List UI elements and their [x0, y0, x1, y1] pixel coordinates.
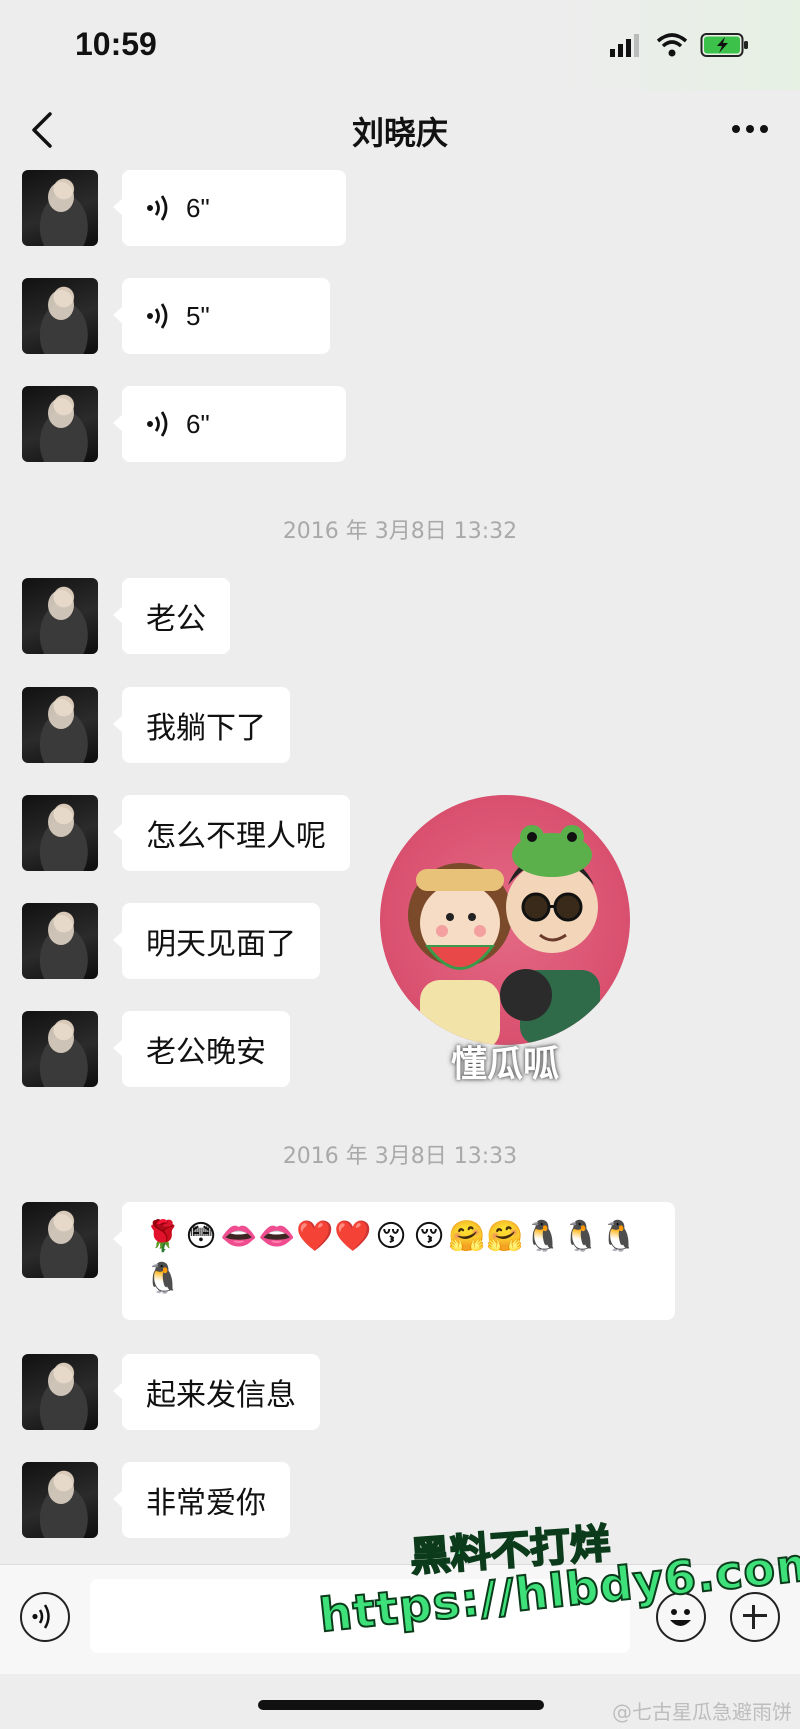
- voice-message-bubble[interactable]: 6": [113, 170, 346, 246]
- rose-emoji: 🌹: [144, 1219, 182, 1254]
- sticker-image: [380, 795, 630, 1045]
- home-indicator[interactable]: [258, 1700, 544, 1710]
- avatar[interactable]: [22, 1011, 98, 1087]
- hug-emoji: 🤗: [448, 1219, 486, 1254]
- timestamp-divider: 2016 年 3月8日 13:32: [282, 519, 518, 544]
- sticker-caption: 懂瓜呱: [450, 1044, 559, 1085]
- avatar[interactable]: [22, 1354, 98, 1430]
- avatar[interactable]: [22, 386, 98, 462]
- penguin-love-emoji: 🐧: [600, 1219, 638, 1254]
- voice-message-bubble[interactable]: 6": [113, 386, 346, 462]
- voice-duration: 5": [186, 300, 210, 331]
- voice-wave-icon: [147, 411, 168, 437]
- text-message-bubble[interactable]: 老公: [113, 578, 230, 654]
- status-icons: [608, 32, 750, 58]
- avatar[interactable]: [22, 1462, 98, 1538]
- voice-message-bubble[interactable]: 5": [113, 278, 330, 354]
- flushed-emoji: 😳: [185, 1219, 217, 1254]
- message-row: 非常爱你: [22, 1462, 782, 1538]
- voice-wave-icon: [32, 1604, 50, 1629]
- wifi-icon: [656, 33, 688, 57]
- message-row: 老公: [22, 578, 782, 654]
- timestamp-divider: 2016 年 3月8日 13:33: [282, 1144, 518, 1169]
- penguin-couple-emoji: 🐧: [524, 1219, 562, 1254]
- avatar[interactable]: [22, 687, 98, 763]
- hug-emoji: 🤗: [486, 1219, 524, 1254]
- heart-emoji: ❤️: [334, 1219, 372, 1254]
- more-options-icon[interactable]: [730, 114, 770, 144]
- status-bar: 10:59: [0, 0, 800, 90]
- lips-emoji: 👄: [258, 1219, 296, 1254]
- avatar[interactable]: [22, 1202, 98, 1278]
- battery-charging-icon: [700, 33, 748, 57]
- avatar[interactable]: [22, 170, 98, 246]
- voice-wave-icon: [147, 303, 168, 329]
- nav-bar: 刘晓庆: [0, 90, 800, 170]
- text-message-bubble[interactable]: 明天见面了: [113, 903, 320, 979]
- message-row: 我躺下了: [22, 687, 782, 763]
- status-time: 10:59: [75, 26, 157, 62]
- plus-button[interactable]: [730, 1592, 780, 1642]
- chat-title: 刘晓庆: [351, 114, 448, 152]
- message-row: 起来发信息: [22, 1354, 782, 1430]
- chat-screen: 10:59 刘晓庆 6" 5" 6" 2016 年 3月8日 13:32 老公 …: [0, 0, 800, 1729]
- message-row: 6": [22, 386, 782, 462]
- message-row: 5": [22, 278, 782, 354]
- message-row: 🌹 😳 👄👄❤️❤️ 😚 😚 🤗🤗🐧🐧🐧 🐧: [22, 1202, 782, 1320]
- text-message-bubble[interactable]: 起来发信息: [113, 1354, 320, 1430]
- voice-wave-icon: [147, 195, 168, 221]
- text-message-bubble[interactable]: 老公晚安: [113, 1011, 290, 1087]
- kiss-face-emoji: 😚: [413, 1219, 445, 1254]
- signal-icon: [610, 34, 639, 57]
- voice-input-button[interactable]: [20, 1592, 70, 1642]
- avatar[interactable]: [22, 903, 98, 979]
- text-message-bubble[interactable]: 非常爱你: [113, 1462, 290, 1538]
- source-credit: @七古星瓜急避雨饼: [612, 1700, 792, 1724]
- avatar[interactable]: [22, 795, 98, 871]
- kiss-face-emoji: 😚: [375, 1219, 407, 1254]
- avatar[interactable]: [22, 578, 98, 654]
- sticker-illustration: [408, 825, 600, 1045]
- penguin-love-emoji: 🐧: [144, 1261, 182, 1296]
- voice-duration: 6": [186, 408, 210, 439]
- lips-emoji: 👄: [220, 1219, 258, 1254]
- text-message-bubble[interactable]: 我躺下了: [113, 687, 290, 763]
- heart-emoji: ❤️: [296, 1219, 334, 1254]
- message-row: 6": [22, 170, 782, 246]
- penguin-couple-emoji: 🐧: [562, 1219, 600, 1254]
- text-message-bubble[interactable]: 怎么不理人呢: [113, 795, 350, 871]
- avatar[interactable]: [22, 278, 98, 354]
- voice-duration: 6": [186, 192, 210, 223]
- emoji-message-bubble[interactable]: 🌹 😳 👄👄❤️❤️ 😚 😚 🤗🤗🐧🐧🐧 🐧: [113, 1202, 675, 1320]
